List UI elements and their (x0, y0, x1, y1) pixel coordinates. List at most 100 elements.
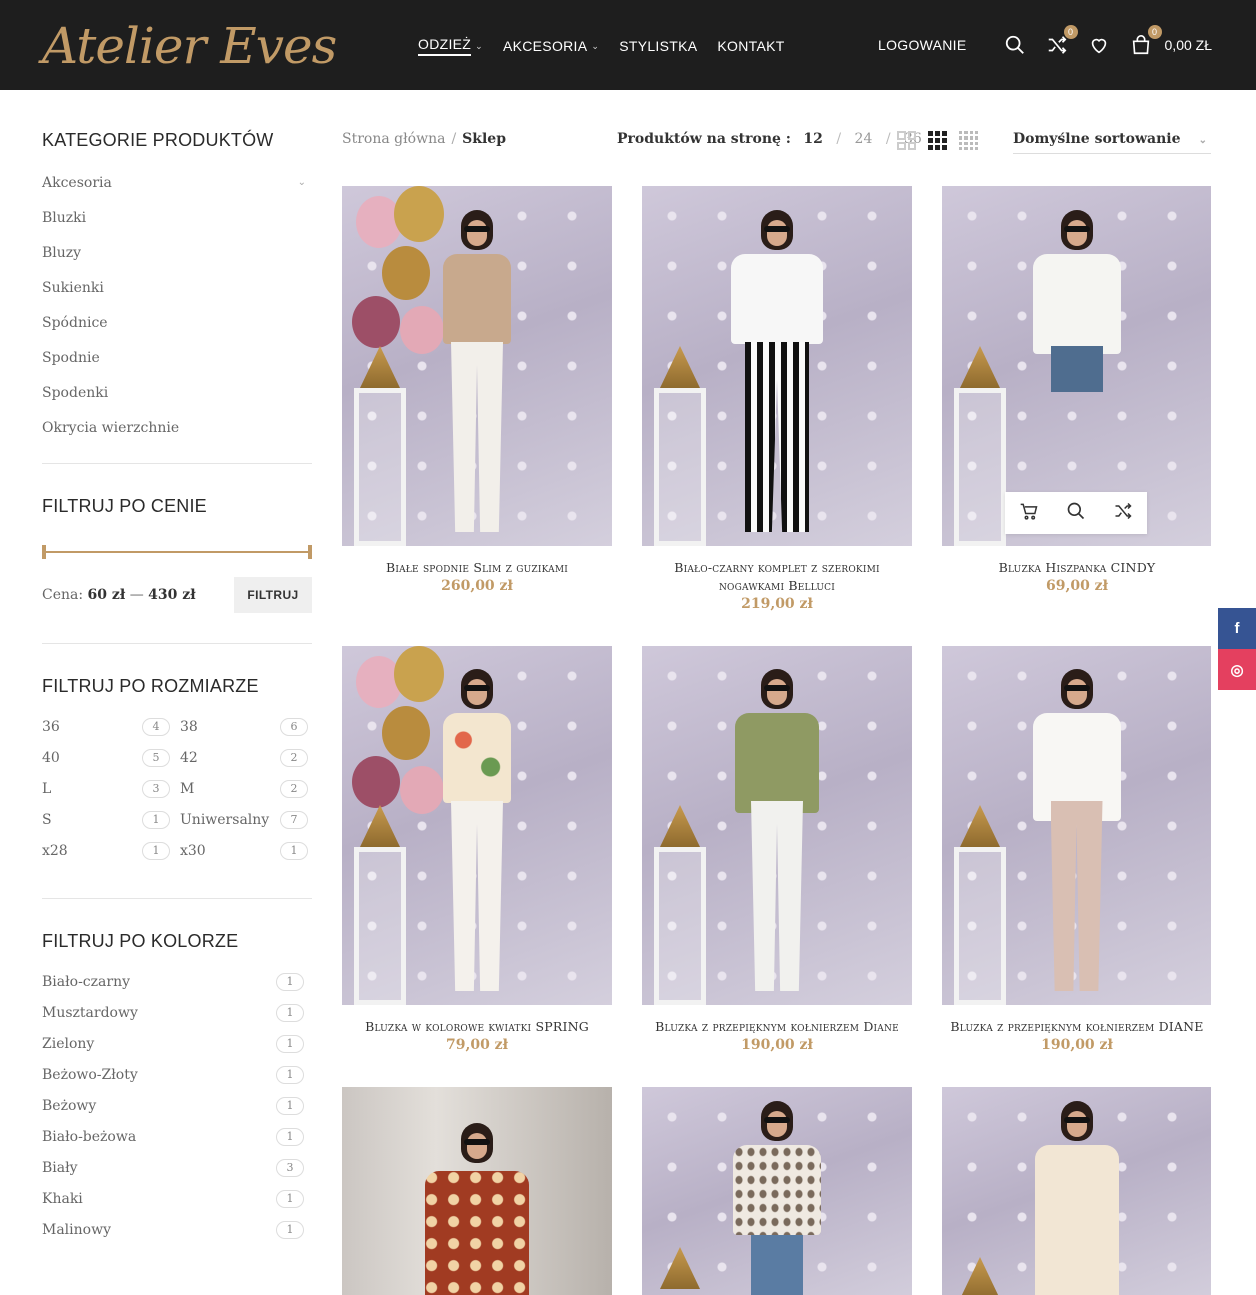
search-icon[interactable] (1003, 33, 1027, 57)
product-image[interactable] (942, 646, 1211, 1005)
product-card[interactable] (942, 1087, 1212, 1295)
size-label: M (180, 780, 195, 797)
filter-button[interactable]: FILTRUJ (234, 577, 312, 613)
product-card[interactable]: Bluzka z przepięknym kołnierzem DIANE 19… (942, 646, 1212, 1053)
product-image[interactable] (642, 646, 912, 1005)
grid-4-columns-icon[interactable] (959, 131, 978, 150)
cart-total[interactable]: 0,00 ZŁ (1165, 37, 1212, 53)
color-option[interactable]: Zielony 1 (42, 1028, 312, 1059)
color-option[interactable]: Malinowy 1 (42, 1214, 312, 1245)
price-slider-min-handle[interactable] (42, 545, 46, 559)
model-figure (717, 665, 837, 1005)
product-image[interactable] (942, 1087, 1211, 1295)
nav-label: STYLISTKA (619, 38, 698, 54)
nav-item-stylistka[interactable]: STYLISTKA (619, 36, 697, 56)
product-card[interactable] (342, 1087, 612, 1295)
color-option[interactable]: Biało-beżowa 1 (42, 1121, 312, 1152)
color-option[interactable]: Khaki 1 (42, 1183, 312, 1214)
count-badge: 3 (276, 1158, 304, 1177)
color-label: Biało-beżowa (42, 1128, 137, 1145)
size-label: 38 (180, 718, 198, 735)
color-option[interactable]: Beżowy 1 (42, 1090, 312, 1121)
product-card[interactable] (642, 1087, 912, 1295)
color-option[interactable]: Beżowo-Złoty 1 (42, 1059, 312, 1090)
count-badge: 1 (276, 1127, 304, 1146)
grid-2-columns-icon[interactable] (897, 131, 916, 150)
site-logo[interactable]: Atelier Eves (42, 10, 337, 82)
cart-icon[interactable]: 0 (1129, 25, 1162, 57)
color-option[interactable]: Biały 3 (42, 1152, 312, 1183)
product-card[interactable]: Białe spodnie Slim z guzikami 260,00 zł (342, 186, 612, 594)
lantern-decoration (350, 805, 410, 1005)
lantern-decoration (950, 346, 1010, 546)
quick-view-icon[interactable] (1066, 501, 1086, 525)
category-item[interactable]: Bluzki (42, 200, 312, 235)
compare-icon[interactable] (1113, 501, 1133, 525)
site-header: Atelier Eves ODZIEŻ ⌄ AKCESORIA ⌄ STYLIS… (0, 0, 1256, 90)
category-item[interactable]: Bluzy (42, 235, 312, 270)
product-title[interactable]: Bluzka w kolorowe kwiatki SPRING (342, 1018, 612, 1036)
size-option[interactable]: 42 2 (180, 742, 308, 773)
size-option[interactable]: x30 1 (180, 835, 308, 866)
chevron-down-icon[interactable]: ⌄ (298, 177, 306, 188)
grid-3-columns-icon[interactable] (928, 131, 947, 150)
nav-item-odziez[interactable]: ODZIEŻ ⌄ (418, 36, 483, 56)
category-item[interactable]: Sukienki (42, 270, 312, 305)
size-option[interactable]: S1 (42, 804, 170, 835)
product-card[interactable]: Bluzka w kolorowe kwiatki SPRING 79,00 z… (342, 646, 612, 1053)
compare-icon[interactable]: 0 (1045, 25, 1078, 57)
size-option[interactable]: L3 (42, 773, 170, 804)
count-badge: 1 (276, 1189, 304, 1208)
category-item[interactable]: Okrycia wierzchnie (42, 410, 312, 445)
product-image[interactable] (342, 646, 612, 1005)
social-sidebar: f ◎ (1218, 608, 1256, 690)
price-max: 430 zł (148, 587, 196, 603)
product-card[interactable]: Biało-czarny komplet z szerokimi nogawka… (642, 186, 912, 612)
size-filter-list: 36 4 38 6 40 5 42 2 L3 M2 S1 Uniwersalny 7 x2… (42, 711, 312, 866)
login-link[interactable]: LOGOWANIE (878, 37, 967, 53)
per-page-option-24[interactable]: 24 (855, 131, 873, 147)
product-card[interactable]: Bluzka Hiszpanka CINDY 69,00 zł (942, 186, 1212, 594)
product-title[interactable]: Bluzka z przepięknym kołnierzem Diane (642, 1018, 912, 1036)
color-label: Biały (42, 1159, 78, 1176)
nav-item-kontakt[interactable]: KONTAKT (717, 36, 784, 56)
price-slider[interactable] (42, 545, 312, 559)
product-image[interactable] (342, 1087, 612, 1295)
instagram-icon[interactable]: ◎ (1218, 649, 1256, 690)
category-item[interactable]: Akcesoria ⌄ (42, 165, 312, 200)
product-image[interactable] (642, 1087, 912, 1295)
count-badge: 1 (280, 841, 308, 860)
per-page-option-12[interactable]: 12 (803, 131, 822, 147)
category-item[interactable]: Spodnie (42, 340, 312, 375)
nav-item-akcesoria[interactable]: AKCESORIA ⌄ (503, 36, 599, 56)
heart-icon[interactable] (1087, 33, 1111, 57)
product-title[interactable]: Bluzka z przepięknym kołnierzem DIANE (942, 1018, 1212, 1036)
product-title[interactable]: Białe spodnie Slim z guzikami (342, 559, 612, 577)
size-option[interactable]: 40 5 (42, 742, 170, 773)
color-option[interactable]: Musztardowy 1 (42, 997, 312, 1028)
size-label: 42 (180, 749, 198, 766)
size-option[interactable]: M2 (180, 773, 308, 804)
category-item[interactable]: Spodenki (42, 375, 312, 410)
category-item[interactable]: Spódnice (42, 305, 312, 340)
facebook-icon[interactable]: f (1218, 608, 1256, 649)
sort-select[interactable]: Domyślne sortowanie ⌄ (1013, 128, 1211, 154)
price-dash: — (129, 587, 144, 603)
product-card[interactable]: Bluzka z przepięknym kołnierzem Diane 19… (642, 646, 912, 1053)
size-option[interactable]: Uniwersalny 7 (180, 804, 308, 835)
size-label: Uniwersalny (180, 811, 270, 828)
product-title[interactable]: Bluzka Hiszpanka CINDY (942, 559, 1212, 577)
product-title[interactable]: Biało-czarny komplet z szerokimi nogawka… (642, 559, 912, 595)
size-label: 36 (42, 718, 60, 735)
color-option[interactable]: Biało-czarny 1 (42, 966, 312, 997)
size-option[interactable]: x28 1 (42, 835, 170, 866)
breadcrumb-home[interactable]: Strona główna (342, 131, 445, 147)
price-slider-max-handle[interactable] (308, 545, 312, 559)
product-image[interactable] (942, 186, 1211, 546)
add-to-cart-icon[interactable] (1019, 501, 1039, 525)
product-image[interactable] (642, 186, 912, 546)
price-row: Cena: 60 zł — 430 zł FILTRUJ (42, 577, 312, 613)
size-option[interactable]: 38 6 (180, 711, 308, 742)
size-option[interactable]: 36 4 (42, 711, 170, 742)
product-image[interactable] (342, 186, 612, 546)
